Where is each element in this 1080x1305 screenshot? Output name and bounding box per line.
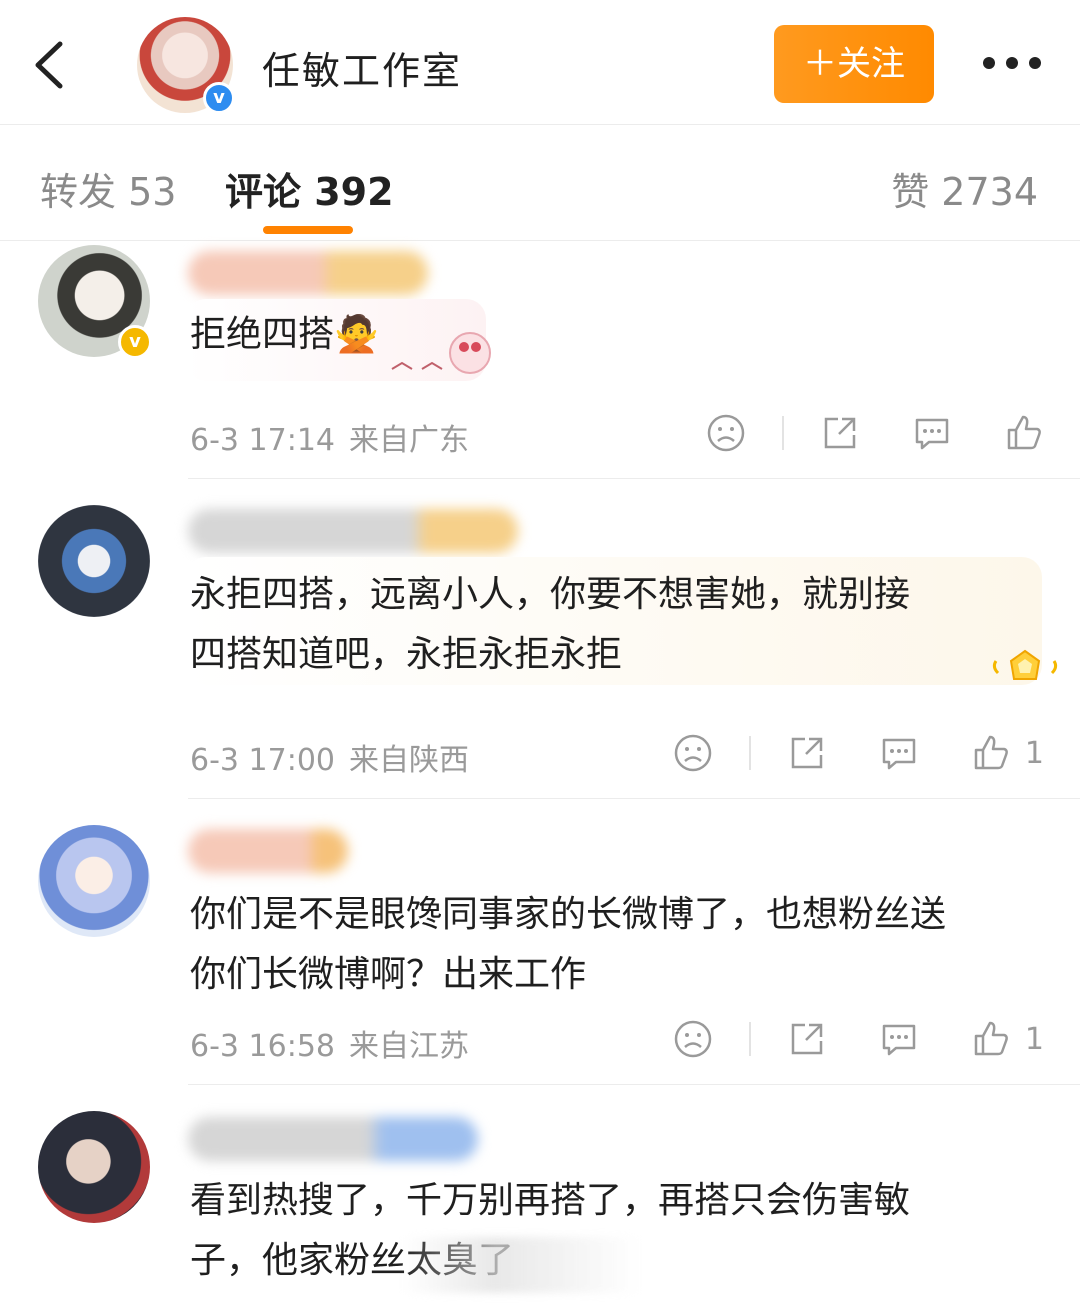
comment-item: 看到热搜了，千万别再搭了，再搭只会伤害敏 子，他家粉丝太臭了: [0, 1085, 1080, 1305]
commenter-avatar[interactable]: [38, 505, 150, 617]
divider: [748, 1022, 751, 1056]
comment-icon: [882, 738, 916, 770]
comment-item: 永拒四搭，远离小人，你要不想害她，就别接 四搭知道吧，永拒永拒永拒 6-3 17…: [0, 479, 1080, 799]
comment-item: v 拒绝四搭🙅 6-3 17:14 来自广东: [0, 241, 1080, 479]
comment-text-line2: 你们长微博啊？出来工作: [190, 954, 587, 995]
like-button[interactable]: [1004, 413, 1044, 453]
follow-button[interactable]: ＋关注: [774, 25, 934, 103]
comment-actions: 1: [673, 1017, 1044, 1061]
thumbs-up-icon: [1007, 415, 1041, 450]
tab-comments[interactable]: 评论 392: [225, 161, 394, 216]
share-button[interactable]: [787, 733, 827, 773]
comment-icon: [882, 1024, 916, 1056]
divider: [782, 416, 784, 450]
bubble-decoration-icon: [391, 332, 491, 374]
thumbs-up-icon: [974, 1021, 1008, 1056]
comment-date: 6-3 16:58: [190, 1029, 335, 1064]
comment-item: 你们是不是眼馋同事家的长微博了，也想粉丝送 你们长微博啊？出来工作 6-3 16…: [0, 799, 1080, 1085]
reply-button[interactable]: [879, 1019, 919, 1059]
verified-badge-icon: v: [203, 82, 235, 114]
comment-actions: [706, 411, 1044, 455]
share-button[interactable]: [820, 413, 860, 453]
commenter-avatar[interactable]: [38, 1111, 150, 1223]
sad-face-icon: [674, 1020, 712, 1058]
share-icon: [791, 737, 823, 769]
comment-icon: [915, 418, 949, 450]
comment-text-line1: 永拒四搭，远离小人，你要不想害她，就别接: [190, 574, 911, 615]
share-icon: [791, 1023, 823, 1055]
like-count: 1: [1024, 1021, 1044, 1057]
sad-face-icon: [707, 414, 745, 452]
tab-likes[interactable]: 赞 2734: [891, 161, 1038, 216]
commenter-name-blurred[interactable]: [188, 829, 348, 873]
verified-badge-icon: v: [118, 325, 152, 359]
reply-button[interactable]: [879, 733, 919, 773]
commenter-name-blurred[interactable]: [188, 251, 428, 295]
like-count: 1: [1024, 735, 1044, 771]
thumbs-up-icon: [974, 735, 1008, 770]
comment-location: 来自江苏: [349, 1029, 469, 1064]
comment-date: 6-3 17:00: [190, 743, 335, 778]
comment-meta: 6-3 17:00 来自陕西: [190, 735, 469, 779]
share-icon: [824, 417, 856, 449]
commenter-name-blurred[interactable]: [188, 509, 518, 553]
share-button[interactable]: [787, 1019, 827, 1059]
commenter-name-blurred[interactable]: [188, 1117, 478, 1161]
comment-actions: 1: [673, 731, 1044, 775]
like-button[interactable]: 1: [971, 1019, 1044, 1059]
comment-text-line2: 四搭知道吧，永拒永拒永拒: [190, 634, 623, 675]
comment-date: 6-3 17:14: [190, 423, 335, 458]
reply-button[interactable]: [912, 413, 952, 453]
comment-text: 拒绝四搭🙅: [190, 314, 379, 355]
star-badge-decoration-icon: [992, 649, 1058, 680]
page-title[interactable]: 任敏工作室: [262, 40, 462, 95]
tab-repost[interactable]: 转发 53: [40, 161, 176, 216]
tab-bar: 转发 53 评论 392 赞 2734: [0, 125, 1080, 241]
divider: [748, 736, 751, 770]
dislike-button[interactable]: [673, 1019, 713, 1059]
comment-location: 来自广东: [349, 423, 469, 458]
more-options-icon[interactable]: [980, 50, 1044, 76]
like-button[interactable]: 1: [971, 733, 1044, 773]
dislike-button[interactable]: [673, 733, 713, 773]
comment-meta: 6-3 17:14 来自广东: [190, 415, 469, 459]
active-tab-indicator: [263, 226, 353, 234]
dislike-button[interactable]: [706, 413, 746, 453]
sad-face-icon: [674, 734, 712, 772]
comment-location: 来自陕西: [349, 743, 469, 778]
comment-meta: 6-3 16:58 来自江苏: [190, 1021, 469, 1065]
commenter-avatar[interactable]: [38, 825, 150, 937]
top-bar: v 任敏工作室 ＋关注: [0, 0, 1080, 125]
back-arrow-icon[interactable]: [28, 38, 72, 92]
watermark-blur: [400, 1237, 640, 1293]
comment-text-line1: 你们是不是眼馋同事家的长微博了，也想粉丝送: [190, 894, 947, 935]
comment-text-line1: 看到热搜了，千万别再搭了，再搭只会伤害敏: [190, 1180, 911, 1221]
